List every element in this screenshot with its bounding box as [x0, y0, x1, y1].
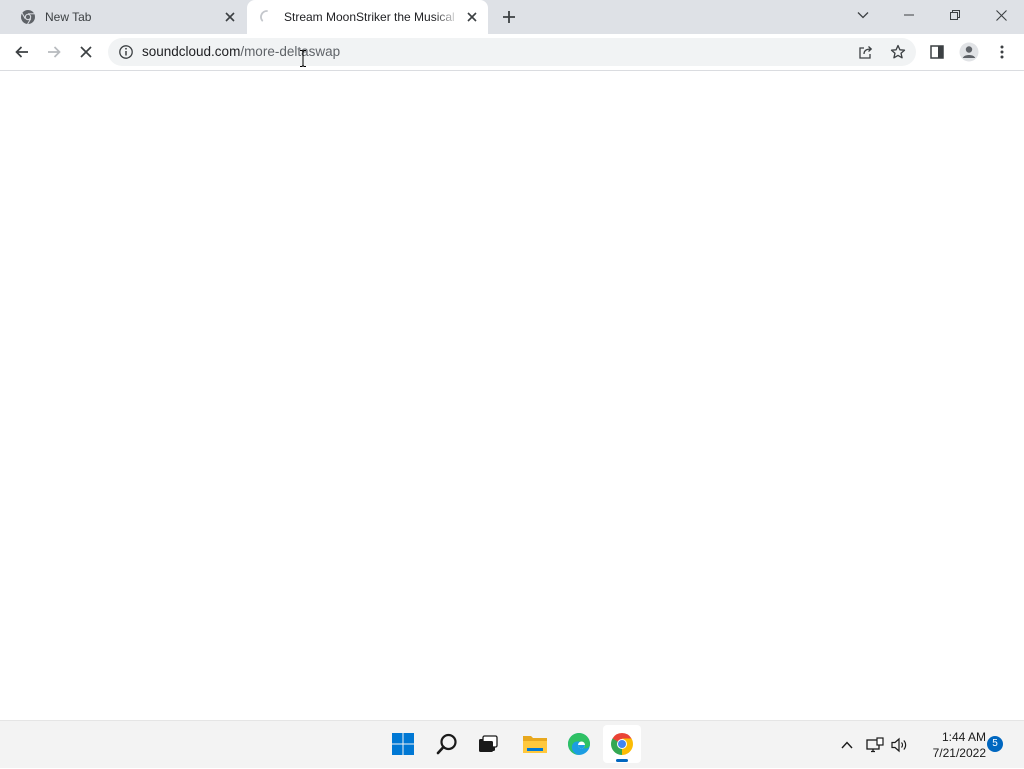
- tab-strip: New Tab Stream MoonStriker the Musical: [0, 0, 1024, 34]
- chrome-icon: [21, 10, 35, 25]
- forward-button[interactable]: [40, 38, 68, 66]
- plus-icon: [503, 11, 515, 23]
- arrow-right-icon: [48, 46, 61, 58]
- folder-icon: [523, 736, 547, 753]
- tab-search-button[interactable]: [840, 0, 886, 30]
- minimize-icon: [904, 14, 914, 16]
- share-button[interactable]: [856, 42, 876, 62]
- start-button[interactable]: [384, 725, 422, 763]
- close-tab-button[interactable]: [222, 9, 238, 25]
- stop-loading-button[interactable]: [72, 38, 100, 66]
- tab-title: New Tab: [45, 10, 92, 24]
- windows-start-icon: [392, 733, 414, 755]
- show-hidden-icons-button[interactable]: [836, 721, 858, 769]
- side-panel-icon: [930, 45, 944, 59]
- edge-button[interactable]: [560, 725, 598, 763]
- back-button[interactable]: [8, 38, 36, 66]
- network-button[interactable]: [864, 721, 886, 769]
- task-view-icon: [479, 735, 498, 752]
- close-icon: [995, 9, 1007, 21]
- info-icon[interactable]: [118, 44, 134, 60]
- avatar-icon: [959, 42, 979, 62]
- clock-time: 1:44 AM: [941, 730, 986, 744]
- profile-button[interactable]: [955, 38, 983, 66]
- share-icon: [859, 46, 873, 59]
- notification-count-badge[interactable]: 5: [987, 736, 1003, 752]
- volume-button[interactable]: [889, 721, 911, 769]
- taskbar: 1:44 AM 7/21/2022: [0, 720, 1024, 768]
- restore-icon: [950, 10, 960, 20]
- search-icon: [436, 733, 457, 755]
- side-panel-button[interactable]: [923, 38, 951, 66]
- clock-date: 7/21/2022: [932, 746, 986, 760]
- new-tab-button[interactable]: [497, 5, 521, 29]
- running-indicator: [616, 759, 628, 762]
- task-view-button[interactable]: [469, 725, 507, 763]
- clock[interactable]: 1:44 AM 7/21/2022: [914, 729, 986, 761]
- chevron-down-icon: [857, 12, 869, 19]
- browser-toolbar: soundcloud.com/more-deltaswap: [0, 34, 1024, 71]
- url-path: /more-deltaswap: [240, 44, 341, 59]
- chrome-button[interactable]: [603, 725, 641, 763]
- file-explorer-button[interactable]: [516, 725, 554, 763]
- network-icon: [866, 737, 884, 753]
- edge-icon: [568, 733, 590, 755]
- text-cursor-icon: [300, 50, 306, 67]
- menu-button[interactable]: [988, 38, 1016, 66]
- tab-new-tab[interactable]: New Tab: [8, 0, 246, 34]
- page-content[interactable]: [0, 71, 1024, 720]
- search-button[interactable]: [428, 725, 466, 763]
- url-host: soundcloud.com: [142, 44, 241, 59]
- loading-spinner-icon: [260, 10, 268, 22]
- restore-button[interactable]: [932, 0, 978, 30]
- close-icon: [467, 12, 477, 22]
- minimize-button[interactable]: [886, 0, 932, 30]
- chrome-icon: [611, 733, 633, 755]
- more-vertical-icon: [1000, 45, 1004, 59]
- tab-title: Stream MoonStriker the Musical: [284, 10, 455, 24]
- address-bar[interactable]: soundcloud.com/more-deltaswap: [108, 38, 916, 66]
- arrow-left-icon: [15, 46, 28, 58]
- url-text[interactable]: soundcloud.com/more-deltaswap: [142, 38, 340, 66]
- chevron-up-icon: [841, 741, 853, 749]
- bookmark-button[interactable]: [888, 42, 908, 62]
- tab-soundcloud[interactable]: Stream MoonStriker the Musical: [247, 0, 488, 34]
- close-window-button[interactable]: [978, 0, 1024, 30]
- volume-icon: [891, 737, 907, 753]
- close-icon: [80, 46, 92, 58]
- close-tab-button[interactable]: [464, 9, 480, 25]
- star-icon: [890, 44, 906, 59]
- close-icon: [225, 12, 235, 22]
